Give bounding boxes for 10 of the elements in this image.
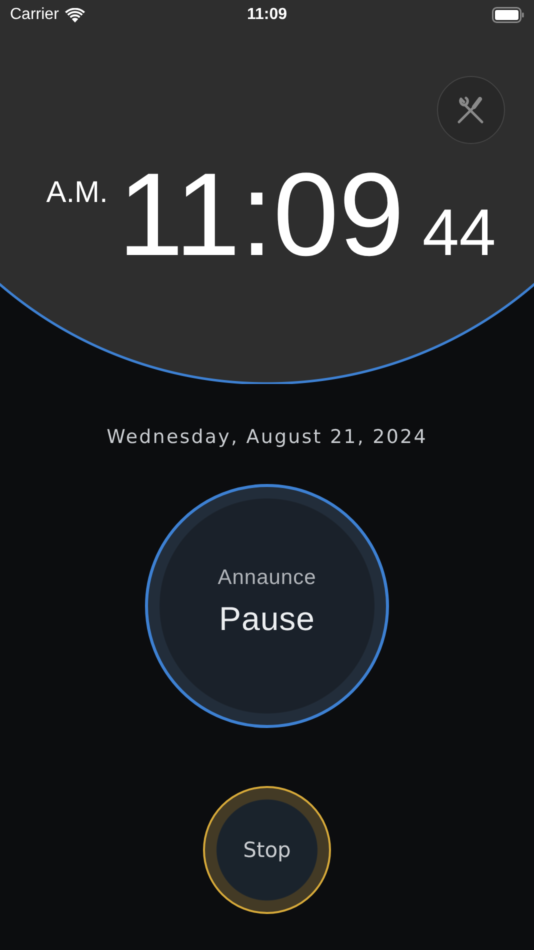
carrier-label: Carrier <box>10 6 59 24</box>
battery-icon <box>492 7 524 23</box>
status-time: 11:09 <box>246 6 288 24</box>
period-label: A.M. <box>46 176 108 210</box>
date-label: Wednesday, August 21, 2024 <box>106 426 428 448</box>
clock-time: 11:09 <box>118 156 404 274</box>
announce-button[interactable]: Annaunce Pause <box>145 484 389 728</box>
clock-seconds: 44 <box>422 194 496 270</box>
stop-button[interactable]: Stop <box>203 786 331 914</box>
wifi-icon <box>64 8 85 22</box>
